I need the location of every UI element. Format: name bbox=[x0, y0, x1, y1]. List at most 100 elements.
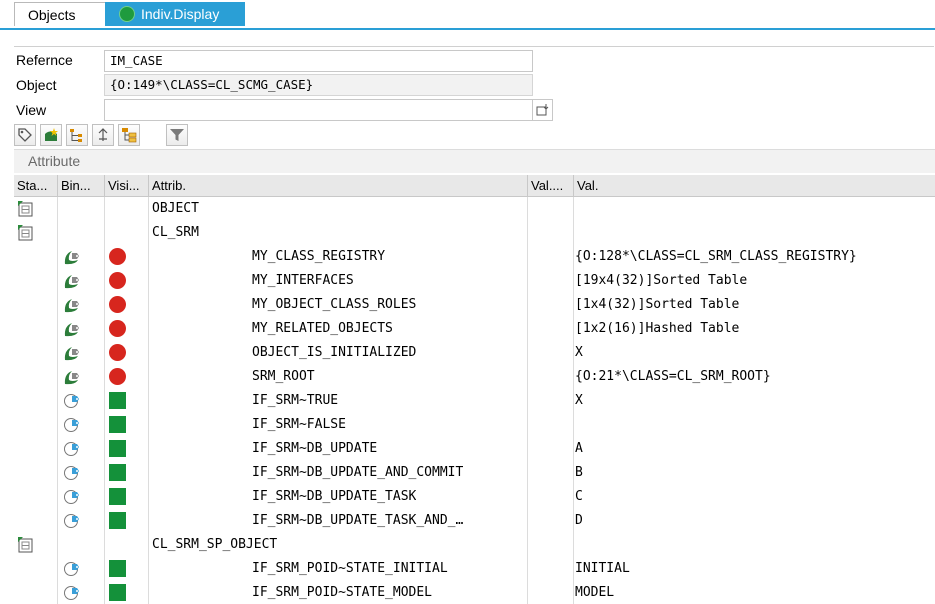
table-row[interactable]: OBJECT_IS_INITIALIZED X bbox=[14, 341, 935, 365]
reference-field[interactable]: IM_CASE bbox=[104, 50, 533, 72]
instance-attribute-icon bbox=[64, 299, 79, 313]
instance-attribute-icon bbox=[64, 251, 79, 265]
table-row[interactable]: IF_SRM~DB_UPDATE_TASK C bbox=[14, 485, 935, 509]
value-type-cell bbox=[528, 581, 574, 604]
expand-class-icon[interactable] bbox=[17, 224, 35, 242]
tag-button[interactable] bbox=[14, 124, 36, 146]
static-attribute-icon bbox=[64, 466, 79, 480]
table-row[interactable]: MY_CLASS_REGISTRY {O:128*\CLASS=CL_SRM_CL… bbox=[14, 245, 935, 269]
filter-button[interactable] bbox=[166, 124, 188, 146]
tab-objects[interactable]: Objects bbox=[14, 2, 106, 26]
attribute-cell: SRM_ROOT bbox=[149, 365, 528, 389]
value-cell: MODEL bbox=[574, 581, 935, 604]
expand-class-icon[interactable] bbox=[17, 536, 35, 554]
table-row[interactable]: SRM_ROOT {O:21*\CLASS=CL_SRM_ROOT} bbox=[14, 365, 935, 389]
status-cell bbox=[14, 485, 58, 509]
tab-indiv-display[interactable]: Indiv.Display bbox=[105, 2, 245, 26]
status-cell bbox=[14, 197, 58, 221]
value-cell: X bbox=[574, 341, 935, 365]
col-visibility[interactable]: Visi... bbox=[105, 175, 149, 196]
value-type-cell bbox=[528, 437, 574, 461]
attribute-name: IF_SRM~DB_UPDATE_AND_COMMIT bbox=[252, 465, 464, 480]
value-cell: D bbox=[574, 509, 935, 533]
table-row[interactable]: MY_INTERFACES [19x4(32)]Sorted Table bbox=[14, 269, 935, 293]
binding-cell bbox=[58, 245, 105, 269]
table-row[interactable]: MY_RELATED_OBJECTS [1x2(16)]Hashed Table bbox=[14, 317, 935, 341]
object-field[interactable]: {O:149*\CLASS=CL_SCMG_CASE} bbox=[104, 74, 533, 96]
attribute-cell: IF_SRM~TRUE bbox=[149, 389, 528, 413]
visibility-cell bbox=[105, 485, 149, 509]
public-visibility-icon bbox=[109, 392, 126, 409]
instance-attribute-icon bbox=[64, 275, 79, 289]
table-row[interactable]: IF_SRM~FALSE bbox=[14, 413, 935, 437]
divider bbox=[14, 46, 934, 47]
col-binding[interactable]: Bin... bbox=[58, 175, 105, 196]
table-row[interactable]: IF_SRM~DB_UPDATE_AND_COMMIT B bbox=[14, 461, 935, 485]
class-row[interactable]: OBJECT bbox=[14, 197, 935, 221]
static-attribute-icon bbox=[64, 490, 79, 504]
table-row[interactable]: MY_OBJECT_CLASS_ROLES [1x4(32)]Sorted Tab… bbox=[14, 293, 935, 317]
binding-cell bbox=[58, 269, 105, 293]
value-type-cell bbox=[528, 413, 574, 437]
attribute-value: [19x4(32)]Sorted Table bbox=[575, 273, 748, 288]
status-cell bbox=[14, 461, 58, 485]
col-attribute[interactable]: Attrib. bbox=[149, 175, 528, 196]
col-status[interactable]: Sta... bbox=[14, 175, 58, 196]
attribute-name: IF_SRM~DB_UPDATE bbox=[252, 441, 378, 456]
table-header: Sta... Bin... Visi... Attrib. Val.... Va… bbox=[14, 175, 935, 197]
col-value[interactable]: Val. bbox=[574, 175, 935, 196]
private-visibility-icon bbox=[109, 248, 126, 265]
visibility-cell bbox=[105, 437, 149, 461]
visibility-cell bbox=[105, 293, 149, 317]
binding-cell bbox=[58, 533, 105, 557]
table-row[interactable]: IF_SRM_POID~STATE_MODEL MODEL bbox=[14, 581, 935, 604]
public-visibility-icon bbox=[109, 488, 126, 505]
attribute-name: IF_SRM~DB_UPDATE_TASK bbox=[252, 489, 417, 504]
status-cell bbox=[14, 269, 58, 293]
attribute-name: IF_SRM~TRUE bbox=[252, 393, 339, 408]
status-cell bbox=[14, 221, 58, 245]
table-row[interactable]: IF_SRM~TRUE X bbox=[14, 389, 935, 413]
value-cell: A bbox=[574, 437, 935, 461]
up-button[interactable] bbox=[92, 124, 114, 146]
table-row[interactable]: IF_SRM_POID~STATE_INITIAL INITIAL bbox=[14, 557, 935, 581]
instance-attribute-icon bbox=[64, 371, 79, 385]
expand-class-icon[interactable] bbox=[17, 200, 35, 218]
attribute-value: MODEL bbox=[575, 585, 615, 600]
status-cell bbox=[14, 341, 58, 365]
col-value-type[interactable]: Val.... bbox=[528, 175, 574, 196]
class-row[interactable]: CL_SRM bbox=[14, 221, 935, 245]
attribute-cell: IF_SRM~DB_UPDATE_AND_COMMIT bbox=[149, 461, 528, 485]
attribute-value: [1x2(16)]Hashed Table bbox=[575, 321, 740, 336]
attribute-cell: IF_SRM~DB_UPDATE_TASK_AND_… bbox=[149, 509, 528, 533]
attribute-cell: IF_SRM_POID~STATE_INITIAL bbox=[149, 557, 528, 581]
class-row[interactable]: CL_SRM_SP_OBJECT bbox=[14, 533, 935, 557]
value-cell: {O:128*\CLASS=CL_SRM_CLASS_REGISTRY} bbox=[574, 245, 935, 269]
visibility-cell bbox=[105, 365, 149, 389]
attribute-cell: IF_SRM~DB_UPDATE bbox=[149, 437, 528, 461]
private-visibility-icon bbox=[109, 272, 126, 289]
binding-cell bbox=[58, 293, 105, 317]
attribute-value: X bbox=[575, 345, 583, 360]
attribute-value: {O:21*\CLASS=CL_SRM_ROOT} bbox=[575, 369, 771, 384]
view-field[interactable] bbox=[104, 99, 533, 121]
status-cell bbox=[14, 245, 58, 269]
public-visibility-icon bbox=[109, 560, 126, 577]
structure-button[interactable] bbox=[118, 124, 140, 146]
hierarchy-button[interactable] bbox=[66, 124, 88, 146]
attribute-value: INITIAL bbox=[575, 561, 630, 576]
new-attribute-icon bbox=[45, 128, 58, 141]
table-row[interactable]: IF_SRM~DB_UPDATE_TASK_AND_… D bbox=[14, 509, 935, 533]
attribute-name: OBJECT_IS_INITIALIZED bbox=[252, 345, 417, 360]
value-cell: C bbox=[574, 485, 935, 509]
new-attribute-button[interactable] bbox=[40, 124, 62, 146]
table-row[interactable]: IF_SRM~DB_UPDATE A bbox=[14, 437, 935, 461]
instance-attribute-icon bbox=[64, 347, 79, 361]
value-cell: {O:21*\CLASS=CL_SRM_ROOT} bbox=[574, 365, 935, 389]
public-visibility-icon bbox=[109, 464, 126, 481]
binding-cell bbox=[58, 509, 105, 533]
binding-cell bbox=[58, 485, 105, 509]
value-help-button[interactable] bbox=[532, 99, 553, 121]
visibility-cell bbox=[105, 269, 149, 293]
value-type-cell bbox=[528, 389, 574, 413]
